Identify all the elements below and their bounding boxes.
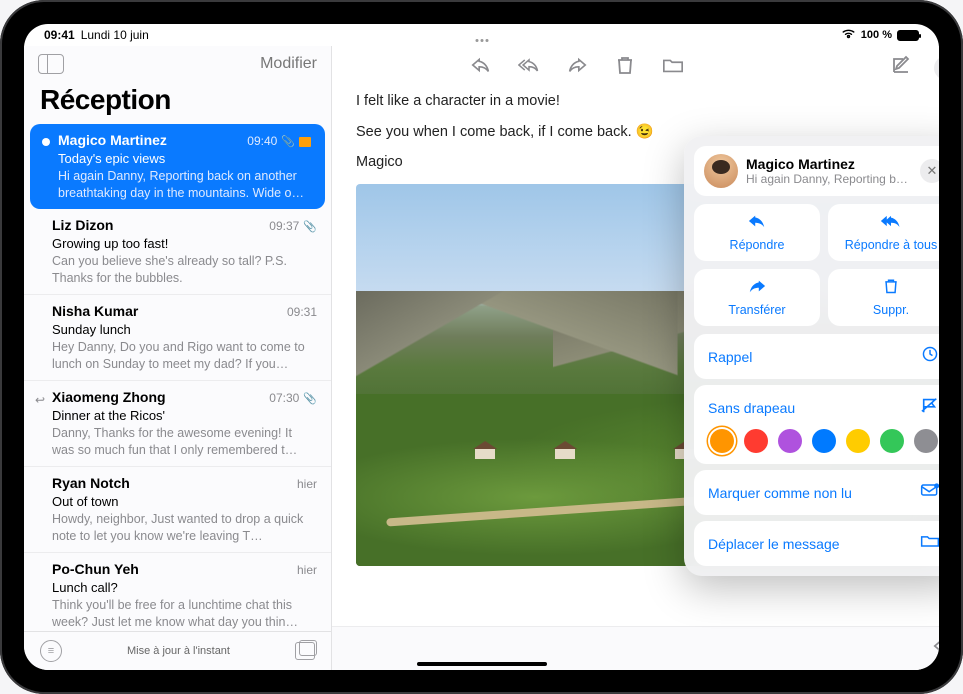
mail-sender: Liz Dizon — [52, 216, 113, 234]
envelope-dot-icon — [920, 481, 939, 504]
move-message-row[interactable]: Déplacer le message — [694, 521, 939, 566]
mail-subject: Growing up too fast! — [52, 236, 317, 253]
quick-reply-icon[interactable] — [932, 635, 939, 662]
mail-sender: Po-Chun Yeh — [52, 560, 139, 578]
folder-icon[interactable] — [662, 54, 684, 81]
clock-icon — [920, 345, 939, 368]
screen: 09:41 Lundi 10 juin 100 % Modifier Récep… — [24, 24, 939, 670]
forward-icon — [746, 277, 768, 300]
mail-preview: Think you'll be free for a lunchtime cha… — [52, 597, 317, 630]
mail-subject: Dinner at the Ricos' — [52, 408, 317, 425]
body-line: I felt like a character in a movie! — [356, 93, 939, 109]
replied-icon: ↩︎ — [35, 393, 45, 409]
sidebar: Modifier Réception Magico Martinez 09:40 … — [24, 46, 332, 670]
flag-color-2[interactable] — [778, 429, 802, 453]
mail-item[interactable]: ↩︎ Xiaomeng Zhong 07:30 📎Dinner at the Ric… — [24, 381, 331, 467]
unread-dot-icon — [42, 138, 50, 146]
mail-list: Magico Martinez 09:40 📎Today's epic views… — [24, 124, 331, 631]
battery-percent: 100 % — [861, 29, 892, 41]
popover-sender-preview: Hi again Danny, Reporting back o… — [746, 172, 912, 186]
avatar[interactable] — [704, 154, 738, 188]
mail-time: hier — [297, 477, 317, 493]
mail-preview: Danny, Thanks for the awesome evening! I… — [52, 425, 317, 458]
mailbox-title: Réception — [24, 82, 331, 124]
forward-button[interactable]: Transférer — [694, 269, 820, 326]
mail-subject: Lunch call? — [52, 580, 317, 597]
reply-all-icon[interactable] — [518, 54, 540, 81]
mail-time: 09:40 📎 — [247, 134, 311, 150]
mail-sender: Nisha Kumar — [52, 302, 138, 320]
edit-button[interactable]: Modifier — [260, 55, 317, 73]
status-date: Lundi 10 juin — [81, 28, 149, 42]
mail-preview: Hey Danny, Do you and Rigo want to come … — [52, 339, 317, 372]
flag-row[interactable]: Sans drapeau — [694, 385, 939, 464]
mail-subject: Today's epic views — [58, 151, 311, 168]
reply-all-button[interactable]: Répondre à tous — [828, 204, 939, 261]
mail-time: 07:30 📎 — [269, 391, 317, 407]
popover-header: Magico Martinez Hi again Danny, Reportin… — [694, 146, 939, 196]
trash-icon[interactable] — [614, 54, 636, 81]
compose-icon[interactable] — [890, 54, 912, 81]
flag-color-3[interactable] — [812, 429, 836, 453]
mail-item[interactable]: Liz Dizon 09:37 📎Growing up too fast!Can … — [24, 209, 331, 295]
mail-preview: Howdy, neighbor, Just wanted to drop a q… — [52, 511, 317, 544]
remind-row[interactable]: Rappel — [694, 334, 939, 379]
reply-icon — [746, 212, 768, 235]
filter-button[interactable] — [40, 640, 62, 662]
flag-color-1[interactable] — [744, 429, 768, 453]
close-icon[interactable]: ✕ — [920, 159, 939, 183]
home-indicator[interactable] — [417, 662, 547, 666]
battery-icon — [897, 30, 919, 41]
attachment-icon: 📎 — [303, 220, 317, 234]
mail-item[interactable]: Magico Martinez 09:40 📎Today's epic views… — [30, 124, 325, 209]
forward-icon[interactable] — [566, 54, 588, 81]
flag-color-picker — [708, 429, 939, 453]
reply-icon[interactable] — [470, 54, 492, 81]
mark-unread-row[interactable]: Marquer comme non lu — [694, 470, 939, 515]
more-icon[interactable] — [934, 56, 939, 80]
message-toolbar — [332, 46, 939, 89]
flag-icon — [299, 137, 311, 147]
ipad-frame: 09:41 Lundi 10 juin 100 % Modifier Récep… — [0, 0, 963, 694]
mail-time: 09:37 📎 — [269, 219, 317, 235]
sidebar-toggle-button[interactable] — [38, 54, 64, 74]
message-actions-popover: Magico Martinez Hi again Danny, Reportin… — [684, 136, 939, 576]
flag-color-4[interactable] — [846, 429, 870, 453]
flag-color-0[interactable] — [710, 429, 734, 453]
reply-button[interactable]: Répondre — [694, 204, 820, 261]
flag-color-5[interactable] — [880, 429, 904, 453]
mail-time: hier — [297, 563, 317, 579]
mail-item[interactable]: Ryan Notch hier Out of townHowdy, neighbo… — [24, 467, 331, 553]
sync-status: Mise à jour à l'instant — [127, 645, 230, 657]
mail-subject: Sunday lunch — [52, 322, 317, 339]
message-pane: I felt like a character in a movie! See … — [332, 46, 939, 670]
mail-subject: Out of town — [52, 494, 317, 511]
mail-item[interactable]: Nisha Kumar 09:31 Sunday lunchHey Danny, … — [24, 295, 331, 381]
reply-all-icon — [880, 212, 902, 235]
attachment-icon: 📎 — [303, 392, 317, 406]
wifi-icon — [841, 28, 856, 42]
mail-preview: Hi again Danny, Reporting back on anothe… — [58, 168, 311, 201]
status-bar: 09:41 Lundi 10 juin 100 % — [24, 24, 939, 46]
mail-sender: Ryan Notch — [52, 474, 130, 492]
mailboxes-button[interactable] — [295, 642, 315, 660]
popover-sender-name: Magico Martinez — [746, 156, 912, 172]
delete-button[interactable]: Suppr. — [828, 269, 939, 326]
flag-color-6[interactable] — [914, 429, 938, 453]
mail-time: 09:31 — [287, 305, 317, 321]
trash-icon — [880, 277, 902, 300]
mail-item[interactable]: Po-Chun Yeh hier Lunch call?Think you'll … — [24, 553, 331, 631]
flag-off-icon — [920, 396, 939, 419]
status-time: 09:41 — [44, 28, 75, 42]
folder-icon — [920, 532, 939, 555]
mail-preview: Can you believe she's already so tall? P… — [52, 253, 317, 286]
multitask-dots[interactable] — [475, 39, 488, 42]
attachment-icon: 📎 — [281, 135, 295, 149]
mail-sender: Magico Martinez — [58, 131, 167, 149]
mail-sender: Xiaomeng Zhong — [52, 388, 166, 406]
